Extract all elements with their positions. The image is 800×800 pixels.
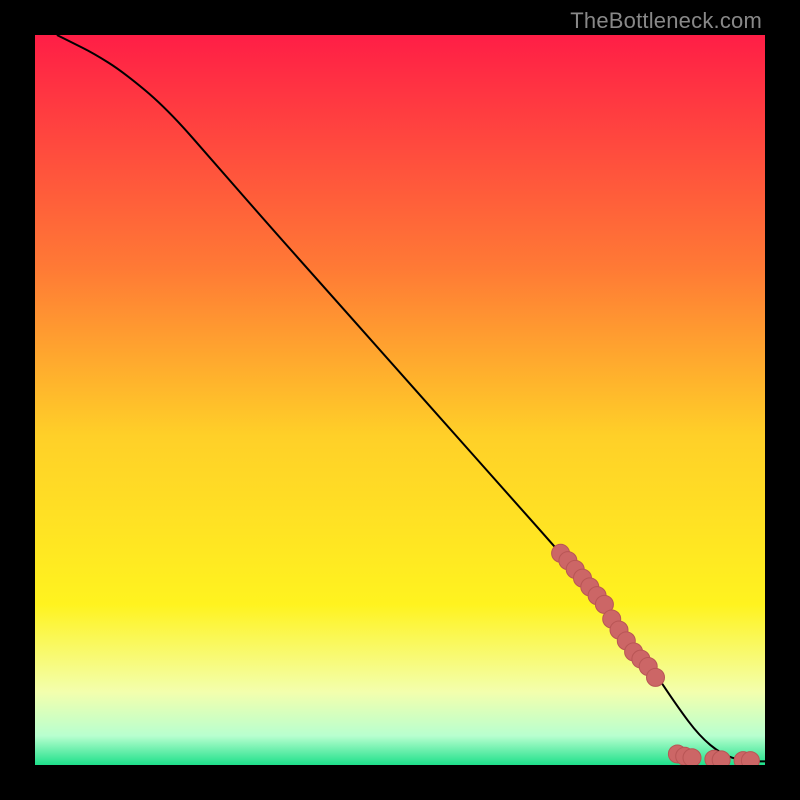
chart-svg — [35, 35, 765, 765]
data-marker — [647, 668, 665, 686]
data-marker — [712, 751, 730, 765]
watermark-text: TheBottleneck.com — [570, 8, 762, 34]
plot-area — [35, 35, 765, 765]
chart-frame: TheBottleneck.com — [0, 0, 800, 800]
data-marker — [683, 749, 701, 765]
data-marker — [741, 752, 759, 765]
gradient-background — [35, 35, 765, 765]
